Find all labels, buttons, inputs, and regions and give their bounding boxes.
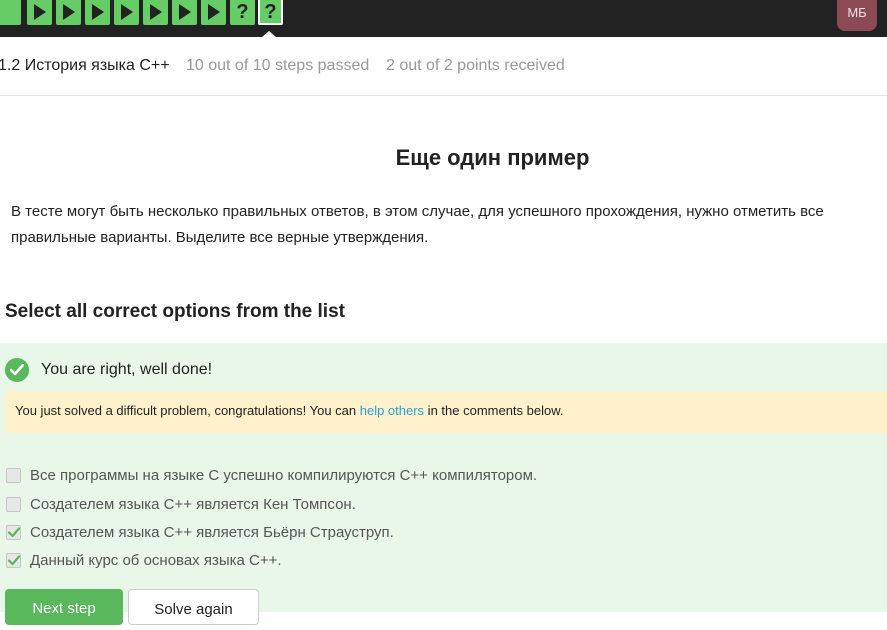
option-label: Данный курс об основах языка C++. [30,552,282,569]
play-icon [34,4,46,20]
step-1-button[interactable] [0,0,21,25]
option-checkbox[interactable] [6,497,21,512]
question-icon: ? [236,1,249,23]
help-others-link[interactable]: help others [360,403,424,418]
solve-again-button[interactable]: Solve again [128,589,259,625]
play-icon [63,4,75,20]
feedback-message: You are right, well done! [41,361,213,378]
step-3-button[interactable] [56,0,81,25]
step-description: В тесте могут быть несколько правильных … [11,203,824,246]
checkmark-icon [8,527,20,538]
step-5-button[interactable] [114,0,139,25]
step-navigation-bar: ? ? МБ [0,0,887,37]
option-label: Создателем языка C++ является Бьёрн Стра… [30,524,394,541]
lesson-title[interactable]: 1.2 История языка C++ [0,37,170,95]
play-icon [121,4,133,20]
option-label: Создателем языка C++ является Кен Томпсо… [30,496,356,513]
step-heading: Еще один пример [395,145,590,170]
step-10-button[interactable]: ? [258,0,283,25]
congratulations-hint: You just solved a difficult problem, con… [5,391,887,433]
play-icon [179,4,191,20]
play-icon [150,4,162,20]
option-checkbox-checked[interactable] [6,553,21,568]
hint-text-suffix: in the comments below. [424,403,564,418]
step-8-button[interactable] [201,0,226,25]
checkmark-circle-icon [5,358,29,382]
step-6-button[interactable] [143,0,168,25]
quiz-title: Select all correct options from the list [5,301,345,322]
step-9-button[interactable]: ? [230,0,255,25]
step-4-button[interactable] [85,0,110,25]
user-avatar[interactable]: МБ [837,0,877,31]
step-2-button[interactable] [27,0,52,25]
option-label: Все программы на языке C успешно компили… [30,467,538,484]
hint-text-prefix: You just solved a difficult problem, con… [15,403,360,418]
points-received: 2 out of 2 points received [386,57,565,74]
question-icon: ? [264,1,277,23]
next-step-button[interactable]: Next step [5,589,123,625]
steps-passed-count: 10 out of 10 steps passed [186,57,370,74]
play-icon [92,4,104,20]
step-7-button[interactable] [172,0,197,25]
play-icon [208,4,220,20]
checkmark-icon [8,555,20,566]
lesson-info-bar: 1.2 История языка C++ 10 out of 10 steps… [0,37,887,96]
option-checkbox[interactable] [6,468,21,483]
option-checkbox-checked[interactable] [6,525,21,540]
